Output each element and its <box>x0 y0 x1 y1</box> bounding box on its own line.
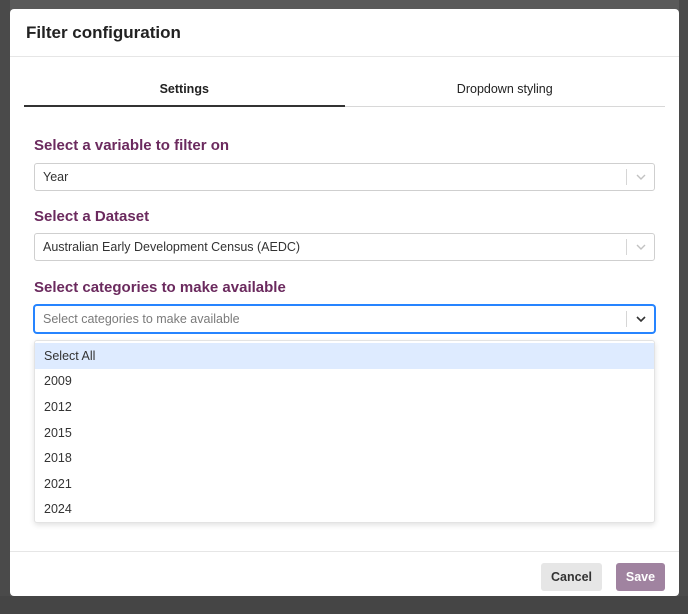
variable-section-label: Select a variable to filter on <box>34 137 230 154</box>
dataset-select[interactable]: Australian Early Development Census (AED… <box>34 233 655 261</box>
tab-dropdown-styling[interactable]: Dropdown styling <box>345 75 666 106</box>
option-2018[interactable]: 2018 <box>35 445 654 471</box>
option-2015[interactable]: 2015 <box>35 420 654 446</box>
option-select-all[interactable]: Select All <box>35 343 654 369</box>
chevron-down-icon[interactable] <box>627 164 654 190</box>
option-2012[interactable]: 2012 <box>35 394 654 420</box>
tab-bar: Settings Dropdown styling <box>24 75 665 107</box>
categories-dropdown-menu: Select All 2009 2012 2015 2018 2021 2024 <box>34 340 655 523</box>
dialog-footer: Cancel Save <box>10 551 679 596</box>
chevron-down-icon[interactable] <box>627 306 654 332</box>
dialog-header: Filter configuration <box>10 9 679 57</box>
variable-select-value: Year <box>43 170 69 184</box>
option-2009[interactable]: 2009 <box>35 369 654 395</box>
dataset-section-label: Select a Dataset <box>34 208 150 225</box>
save-button[interactable]: Save <box>616 563 665 591</box>
option-2021[interactable]: 2021 <box>35 471 654 497</box>
variable-select[interactable]: Year <box>34 163 655 191</box>
categories-select[interactable]: Select categories to make available <box>34 305 655 333</box>
chevron-down-icon[interactable] <box>627 234 654 260</box>
background-bottom-edge <box>0 596 688 614</box>
tab-settings[interactable]: Settings <box>24 75 345 107</box>
filter-configuration-dialog: Filter configuration Settings Dropdown s… <box>10 9 679 596</box>
background-right-edge <box>679 0 688 614</box>
categories-select-placeholder: Select categories to make available <box>43 312 240 326</box>
categories-section-label: Select categories to make available <box>34 279 286 296</box>
dataset-select-value: Australian Early Development Census (AED… <box>43 240 301 254</box>
dialog-title: Filter configuration <box>26 23 181 42</box>
background-left-edge <box>0 0 10 614</box>
option-2024[interactable]: 2024 <box>35 497 654 523</box>
cancel-button[interactable]: Cancel <box>541 563 602 591</box>
